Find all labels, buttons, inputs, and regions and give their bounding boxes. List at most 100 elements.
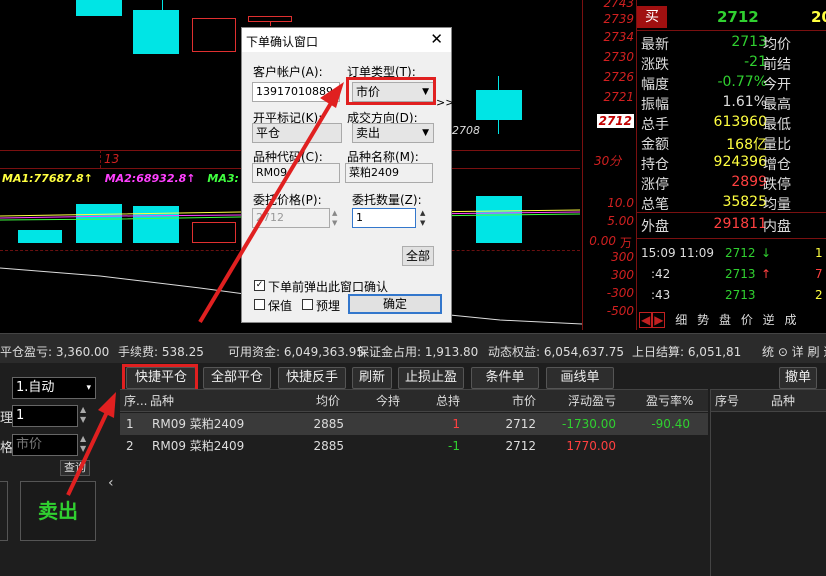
cell-seq: 2 xyxy=(126,439,134,453)
table-row[interactable]: 1 RM09 菜粕2409 2885 1 2712 -1730.00 -90.4… xyxy=(120,413,708,435)
more-button[interactable]: >> xyxy=(436,96,454,109)
condition-order-button[interactable]: 条件单 xyxy=(471,367,539,389)
cancel-order-button[interactable]: 撤单 xyxy=(779,367,817,389)
quote-row: 幅度 -0.77% 今开 xyxy=(637,74,826,94)
col-today[interactable]: 今持 xyxy=(376,390,400,412)
col-rate[interactable]: 盈亏率% xyxy=(646,390,693,412)
order-mode-select[interactable]: 1.自动 ▾ xyxy=(12,377,96,399)
all-button[interactable]: 全部 xyxy=(402,246,434,266)
tab-price[interactable]: 价 xyxy=(741,313,753,327)
col-name[interactable]: 品种 xyxy=(150,390,174,412)
dynamic-equity: 动态权益: 6,054,637.75 xyxy=(488,345,625,359)
cell-name: RM09 菜粕2409 xyxy=(152,417,245,431)
close-icon[interactable]: ✕ xyxy=(430,30,443,48)
tab-book[interactable]: 盘 xyxy=(719,313,731,327)
confirm-checkbox-label: 下单前弹出此窗口确认 xyxy=(268,280,389,294)
axis-price: 2743 xyxy=(603,0,634,10)
hedge-checkbox[interactable] xyxy=(254,299,265,310)
account-status-bar: 平仓盈亏: 3,360.00 手续费: 538.25 可用资金: 6,049,3… xyxy=(0,333,826,363)
tab-reverse[interactable]: 逆 xyxy=(763,313,775,327)
outer-value: 291811 xyxy=(713,216,767,232)
quote-value: 168亿 xyxy=(726,137,767,153)
lower-axis: 300 xyxy=(611,250,634,264)
col-total[interactable]: 总持 xyxy=(436,390,460,412)
orders-table: 序号 品种 xyxy=(710,389,826,576)
confirm-checkbox[interactable]: ✓ xyxy=(254,280,265,291)
quote-row: 最新 2713 均价 xyxy=(637,34,826,54)
divider xyxy=(637,212,826,213)
quote-key: 涨跌 xyxy=(641,57,669,73)
quick-reverse-button[interactable]: 快捷反手 xyxy=(278,367,346,389)
stop-loss-button[interactable]: 止损止盈 xyxy=(398,367,464,389)
prev-tab-icon[interactable]: ◀ xyxy=(639,312,653,328)
quote-key2: 量比 xyxy=(763,137,791,153)
status-tools[interactable]: 统 ⊙ 详 刷 退 ⚠全 xyxy=(762,343,826,360)
qty-spinner[interactable]: ▲ ▼ xyxy=(80,405,94,427)
col-order-name[interactable]: 品种 xyxy=(771,390,795,412)
quote-key: 幅度 xyxy=(641,77,669,93)
sell-button[interactable]: 卖出 xyxy=(20,481,96,541)
cell-seq: 1 xyxy=(126,417,134,431)
order-qty-input[interactable]: 1 xyxy=(12,405,78,427)
chevron-down-icon: ▾ xyxy=(86,383,91,393)
price-spinner[interactable]: ▲ ▼ xyxy=(80,434,94,456)
tick-price: 2713 xyxy=(725,288,756,302)
cell-name: RM09 菜粕2409 xyxy=(152,439,245,453)
ok-button[interactable]: 确定 xyxy=(348,294,442,314)
quote-key2: 今开 xyxy=(763,77,791,93)
grid-line xyxy=(100,150,101,168)
down-arrow-icon: ↓ xyxy=(761,246,772,260)
tab-trend[interactable]: 势 xyxy=(697,313,709,327)
collapse-icon[interactable]: ‹ xyxy=(108,475,114,491)
quote-key2: 均量 xyxy=(763,197,791,213)
tick-row: :43 2713 2 xyxy=(637,288,826,308)
qty-field[interactable]: 1 xyxy=(352,208,416,228)
quote-key2: 跌停 xyxy=(763,177,791,193)
line-order-button[interactable]: 画线单 xyxy=(546,367,614,389)
quote-key: 总手 xyxy=(641,117,669,133)
quote-tabs: ◀ ▶ 细 势 盘 价 逆 成 xyxy=(639,311,826,329)
divider xyxy=(637,30,826,31)
col-order-seq[interactable]: 序号 xyxy=(715,390,739,412)
qty-spinner[interactable]: ▲ ▼ xyxy=(420,208,432,228)
tab-detail[interactable]: 细 xyxy=(675,313,687,327)
axis-price: 2721 xyxy=(603,90,634,104)
quote-key2: 增仓 xyxy=(763,157,791,173)
next-tab-icon[interactable]: ▶ xyxy=(652,312,666,328)
table-row[interactable]: 2 RM09 菜粕2409 2885 -1 2712 1770.00 xyxy=(120,435,708,457)
lower-axis: 300 xyxy=(611,268,634,282)
prepare-checkbox[interactable] xyxy=(302,299,313,310)
tick-qty: 7 xyxy=(815,267,823,281)
axis-price: 2730 xyxy=(603,50,634,64)
col-pnl[interactable]: 浮动盈亏 xyxy=(568,390,616,412)
query-button[interactable]: 查询 xyxy=(60,460,90,476)
close-all-button[interactable]: 全部平仓 xyxy=(203,367,271,389)
open-close-select[interactable]: 平仓 xyxy=(252,123,342,143)
tick-time: :42 xyxy=(651,267,671,281)
cell-pnl: -1730.00 xyxy=(562,417,616,431)
quote-key: 持仓 xyxy=(641,157,669,173)
vol-axis: 0.00 xyxy=(589,234,616,248)
tick-row: :42 2713 ↑ 7 xyxy=(637,267,826,287)
tick-time: 15:09 11:09 xyxy=(641,246,714,260)
buy-button[interactable] xyxy=(0,481,8,541)
ma3-label: MA3: xyxy=(207,172,239,185)
col-seq[interactable]: 序... xyxy=(124,390,147,412)
tick-qty: 2 xyxy=(815,288,823,302)
direction-select[interactable]: 卖出 ▼ xyxy=(352,123,434,143)
buy-label: 买 xyxy=(637,6,667,28)
fee: 手续费: 538.25 xyxy=(118,345,204,359)
refresh-button[interactable]: 刷新 xyxy=(352,367,392,389)
margin: 保证金占用: 1,913.80 xyxy=(357,345,479,359)
tab-trades[interactable]: 成 xyxy=(785,313,797,327)
axis-price: 2739 xyxy=(603,12,634,26)
dialog-title: 下单确认窗口 xyxy=(246,35,319,49)
axis-price: 2726 xyxy=(603,70,634,84)
col-price[interactable]: 市价 xyxy=(512,390,536,412)
axis-price: 2734 xyxy=(603,30,634,44)
order-price-input[interactable]: 市价 xyxy=(12,434,78,456)
divider xyxy=(637,238,826,239)
hedge-label: 保值 xyxy=(268,299,293,313)
prev-settlement: 上日结算: 6,051,81 xyxy=(632,345,742,359)
col-avg[interactable]: 均价 xyxy=(316,390,340,412)
